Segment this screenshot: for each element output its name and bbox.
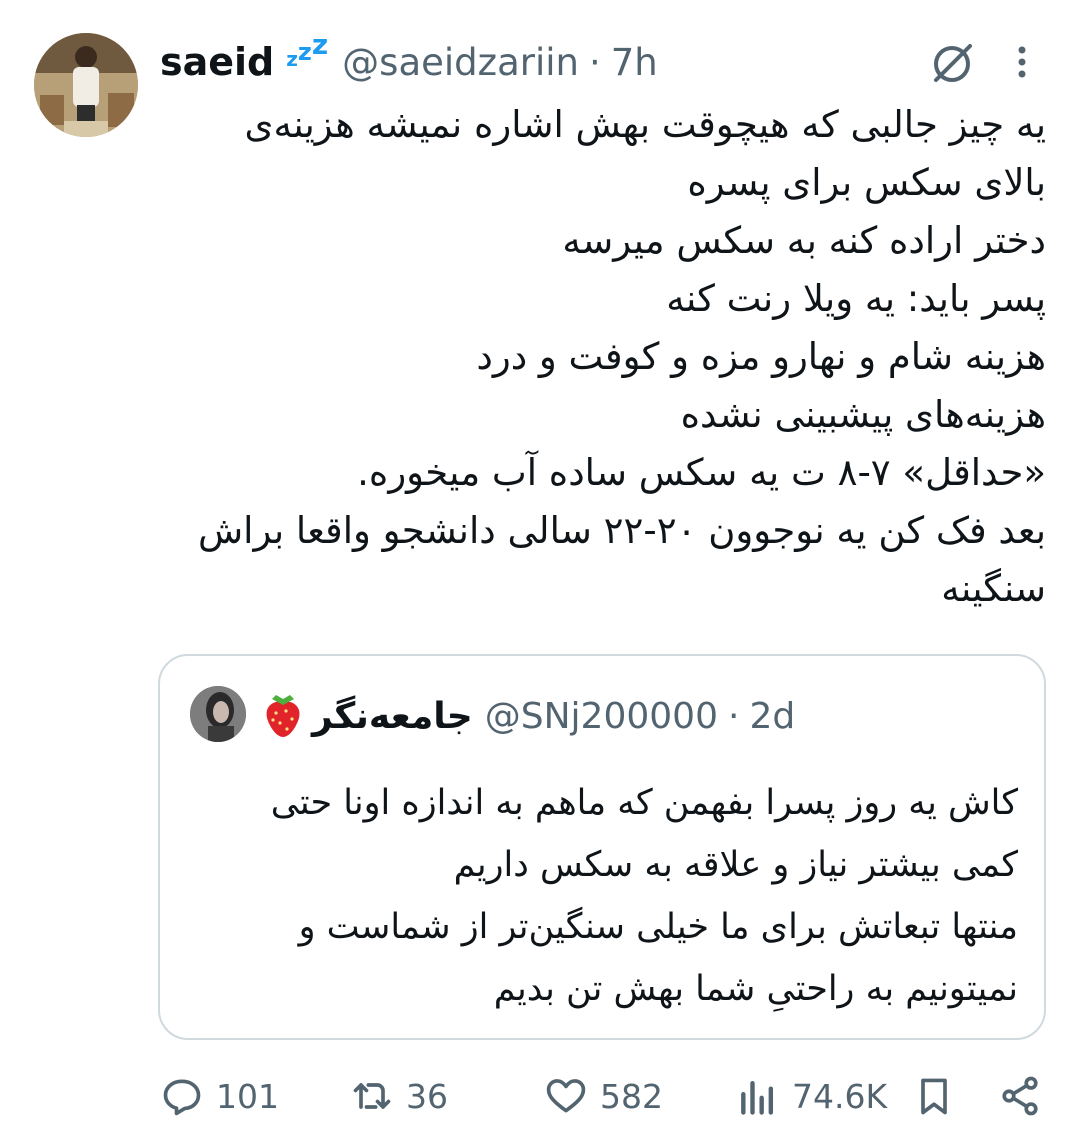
quote-author-name[interactable]: جامعه‌نگر [312, 696, 473, 737]
tweet-text-line: یه چیز جالبی که هیچوقت بهش اشاره نمیشه ه… [244, 103, 1046, 146]
quote-author-handle[interactable]: @SNj200000 [485, 696, 718, 737]
tweet-text-line: هزینه‌های پیشبینی نشده [680, 393, 1046, 436]
action-bar: 101 36 582 74.6K [0, 1064, 1080, 1128]
quote-author-avatar[interactable] [190, 686, 246, 742]
tweet-header: saeid zzz @saeidzariin · 7h [160, 27, 658, 88]
views-icon [741, 1080, 774, 1115]
quoted-tweet[interactable]: جامعه‌نگر @SNj200000 · 2d کاش یه روز پسر… [158, 654, 1046, 1040]
tweet-text: یه چیز جالبی که هیچوقت بهش اشاره نمیشه ه… [150, 96, 1046, 618]
author-avatar[interactable] [34, 33, 138, 137]
quote-text-line: نمیتونیم به راحتیِ شما بهش تن بدیم [493, 969, 1018, 1009]
quote-header: جامعه‌نگر @SNj200000 · 2d [260, 688, 795, 744]
more-vertical-icon[interactable] [1010, 40, 1034, 88]
like-button[interactable]: 582 [544, 1074, 663, 1118]
header-separator: · [588, 40, 601, 84]
tweet-text-line: بالای سکس برای پسره [687, 161, 1046, 204]
retweet-icon [353, 1083, 391, 1109]
author-name[interactable]: saeid [160, 40, 274, 84]
reply-button[interactable]: 101 [160, 1074, 279, 1118]
like-count: 582 [600, 1076, 663, 1116]
retweet-button[interactable]: 36 [350, 1074, 448, 1118]
reply-count: 101 [216, 1076, 279, 1116]
quote-text-line: منتها تبعاتش برای ما خیلی سنگین‌تر از شم… [298, 907, 1018, 947]
grok-icon[interactable] [928, 40, 976, 88]
quote-text: کاش یه روز پسرا بفهمن که ماهم به اندازه … [190, 772, 1018, 1020]
share-button[interactable] [998, 1074, 1042, 1122]
heart-icon [546, 1079, 586, 1113]
reply-icon [163, 1079, 201, 1116]
tweet-text-line: بعد فک کن یه نوجوون ۲۰-۲۲ سالی دانشجو وا… [198, 509, 1046, 552]
quote-text-line: کاش یه روز پسرا بفهمن که ماهم به اندازه … [270, 783, 1018, 823]
tweet-text-line: «حداقل» ۷-۸ ت یه سکس ساده آب میخوره. [357, 451, 1046, 494]
sleep-badge-icon: zzz [286, 27, 329, 71]
bookmark-icon [921, 1078, 947, 1115]
tweet-text-line: دختر اراده کنه به سکس میرسه [562, 219, 1046, 262]
retweet-count: 36 [406, 1076, 448, 1116]
quote-separator: · [727, 695, 740, 737]
strawberry-icon [260, 689, 312, 743]
tweet-text-line: پسر باید: یه ویلا رنت کنه [666, 277, 1046, 320]
views-count: 74.6K [792, 1076, 888, 1116]
share-icon [1002, 1076, 1038, 1116]
bookmark-button[interactable] [912, 1074, 956, 1122]
tweet-time[interactable]: 7h [611, 41, 658, 84]
author-handle[interactable]: @saeidzariin [342, 41, 579, 84]
views-button[interactable]: 74.6K [736, 1074, 887, 1118]
tweet-text-line: هزینه شام و نهارو مزه و کوفت و درد [476, 335, 1046, 378]
quote-time[interactable]: 2d [749, 696, 795, 737]
tweet-text-line: سنگینه [941, 567, 1046, 610]
quote-text-line: کمی بیشتر نیاز و علاقه به سکس داریم [453, 845, 1018, 885]
